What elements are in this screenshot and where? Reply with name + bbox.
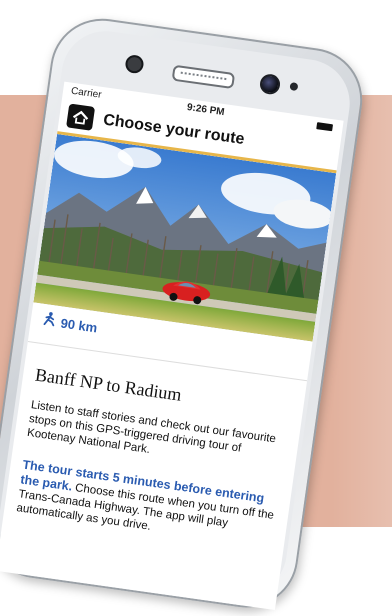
home-icon bbox=[72, 110, 89, 125]
route-start-note: The tour starts 5 minutes before enterin… bbox=[16, 458, 282, 552]
battery-icon bbox=[316, 122, 334, 132]
hiker-icon bbox=[43, 312, 55, 327]
phone-body: Carrier 9:26 PM Choose your route 90 km … bbox=[0, 12, 369, 615]
route-name: Banff NP to Radium bbox=[33, 364, 183, 405]
carrier-label: Carrier bbox=[70, 85, 103, 101]
route-distance: 90 km bbox=[42, 311, 99, 335]
clock-time: 9:26 PM bbox=[186, 101, 226, 119]
home-button[interactable] bbox=[66, 103, 96, 131]
distance-value: 90 km bbox=[59, 315, 99, 336]
